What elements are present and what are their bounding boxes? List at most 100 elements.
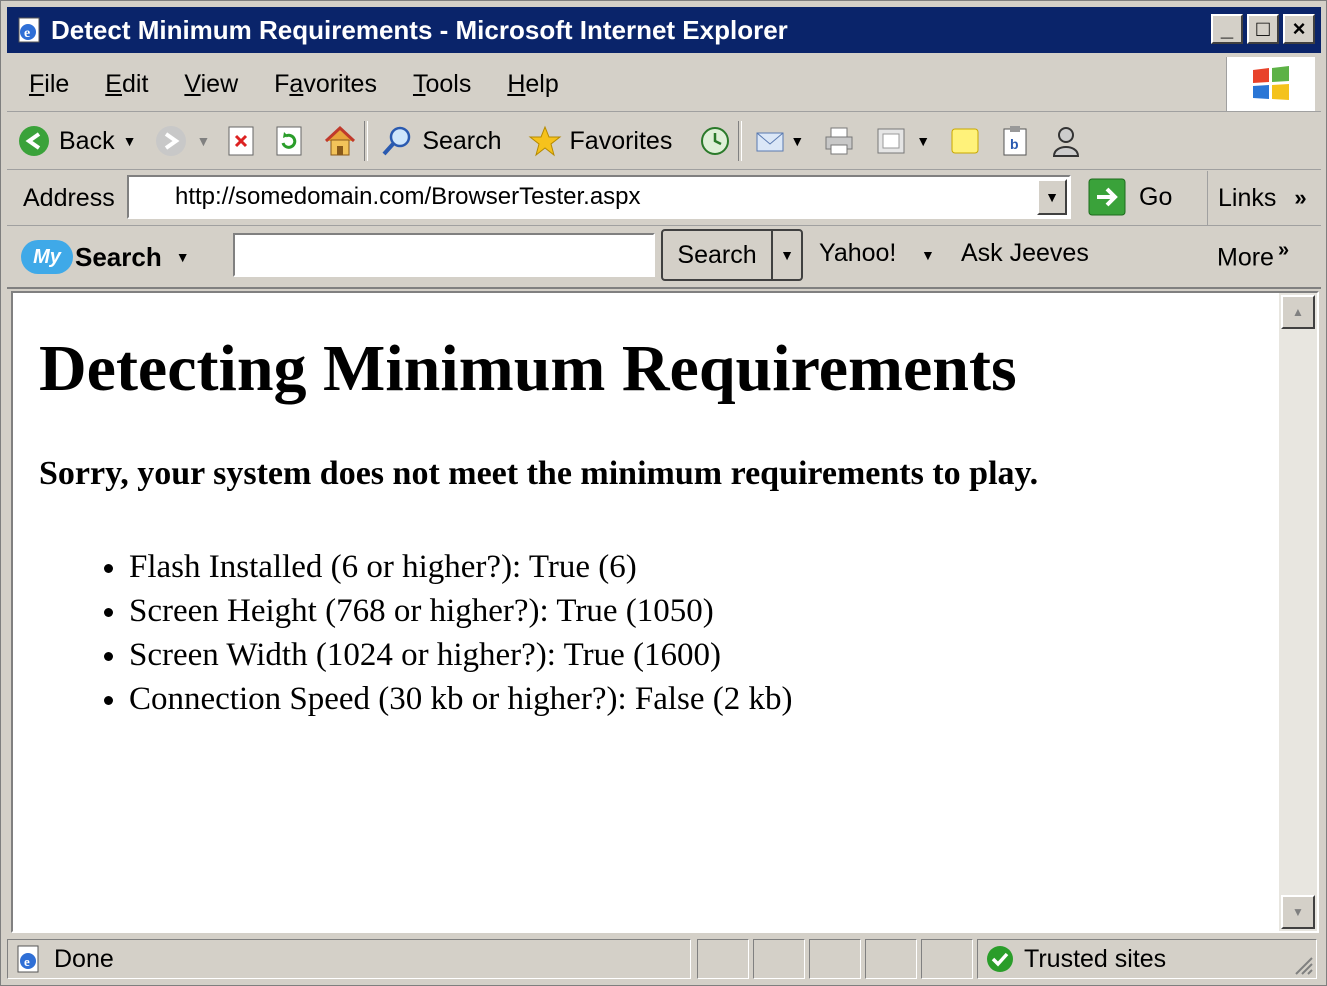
scroll-down-icon: ▼ bbox=[1292, 905, 1304, 919]
address-field[interactable]: http://somedomain.com/BrowserTester.aspx… bbox=[127, 175, 1071, 219]
menu-file[interactable]: File bbox=[29, 70, 69, 99]
menu-favorites[interactable]: Favorites bbox=[274, 70, 377, 99]
scroll-up-icon: ▲ bbox=[1292, 305, 1304, 319]
scroll-down-button[interactable]: ▼ bbox=[1281, 895, 1315, 929]
go-label: Go bbox=[1139, 182, 1173, 211]
browser-window: e Detect Minimum Requirements - Microsof… bbox=[0, 0, 1327, 986]
standard-toolbar: Back ▼ ▼ Search Favorites ▼ ▼ b bbox=[7, 113, 1321, 170]
status-pane bbox=[921, 939, 973, 979]
edit-button[interactable]: ▼ bbox=[874, 125, 930, 157]
menu-view-key: V bbox=[184, 69, 201, 98]
links-toolbar[interactable]: Links » bbox=[1207, 171, 1317, 225]
back-label: Back bbox=[59, 126, 115, 155]
maximize-button[interactable]: □ bbox=[1247, 14, 1279, 44]
note-icon bbox=[951, 128, 979, 154]
page-heading: Detecting Minimum Requirements bbox=[39, 332, 1017, 405]
refresh-button[interactable] bbox=[274, 125, 304, 157]
scroll-up-button[interactable]: ▲ bbox=[1281, 295, 1315, 329]
mail-dropdown-icon[interactable]: ▼ bbox=[790, 133, 804, 149]
close-button[interactable]: × bbox=[1283, 14, 1315, 44]
more-button[interactable]: More» bbox=[1217, 239, 1289, 272]
windows-logo-icon bbox=[1226, 57, 1315, 111]
chevron-down-icon: ▼ bbox=[1045, 189, 1059, 205]
minimize-icon: _ bbox=[1220, 16, 1234, 41]
back-button[interactable]: Back ▼ bbox=[17, 124, 136, 158]
mysearch-dropdown-icon[interactable]: ▼ bbox=[176, 249, 190, 265]
mysearch-toolbar: My Search ▼ Search ▼ Yahoo! ▼ Ask Jeeves… bbox=[7, 227, 1321, 289]
menu-edit[interactable]: Edit bbox=[105, 70, 148, 99]
print-button[interactable] bbox=[822, 125, 856, 157]
vertical-scrollbar[interactable]: ▲ ▼ bbox=[1279, 293, 1317, 931]
ask-jeeves-button[interactable]: Ask Jeeves bbox=[961, 239, 1089, 268]
mysearch-badge: My bbox=[21, 240, 73, 274]
status-text: Done bbox=[54, 944, 114, 973]
requirements-list: Flash Installed (6 or higher?): True (6)… bbox=[77, 545, 793, 721]
research-button[interactable]: b bbox=[1000, 124, 1030, 158]
discuss-button[interactable] bbox=[948, 125, 982, 157]
trusted-check-icon bbox=[987, 946, 1013, 972]
maximize-icon: □ bbox=[1256, 16, 1270, 41]
menu-bar: File Edit View Favorites Tools Help bbox=[7, 57, 1321, 112]
mail-button[interactable]: ▼ bbox=[754, 125, 804, 157]
forward-dropdown-icon[interactable]: ▼ bbox=[196, 133, 210, 149]
mail-icon bbox=[756, 132, 784, 152]
favorites-button[interactable]: Favorites bbox=[528, 124, 673, 158]
status-pane bbox=[865, 939, 917, 979]
list-item: Connection Speed (30 kb or higher?): Fal… bbox=[129, 677, 793, 721]
address-url[interactable]: http://somedomain.com/BrowserTester.aspx bbox=[175, 183, 641, 211]
menu-help[interactable]: Help bbox=[507, 70, 558, 99]
resize-grip-icon[interactable] bbox=[1290, 952, 1314, 976]
favorites-label: Favorites bbox=[569, 126, 673, 155]
links-chevron-icon[interactable]: » bbox=[1294, 185, 1306, 211]
menu-help-label: elp bbox=[525, 69, 559, 98]
more-chevron-icon: » bbox=[1277, 239, 1290, 261]
menu-favorites-pre: F bbox=[274, 69, 290, 98]
title-bar[interactable]: e Detect Minimum Requirements - Microsof… bbox=[7, 7, 1321, 53]
mysearch-search-button[interactable]: Search ▼ bbox=[661, 229, 803, 281]
requirements-message: Sorry, your system does not meet the min… bbox=[39, 455, 1039, 492]
edit-dropdown-icon[interactable]: ▼ bbox=[916, 133, 930, 149]
go-button[interactable]: Go bbox=[1087, 177, 1172, 217]
status-main-pane: e Done bbox=[7, 939, 691, 979]
print-icon bbox=[825, 127, 853, 155]
search-icon bbox=[382, 126, 411, 156]
home-button[interactable] bbox=[322, 124, 358, 158]
svg-text:e: e bbox=[24, 26, 30, 41]
stop-button[interactable] bbox=[226, 125, 256, 157]
minimize-button[interactable]: _ bbox=[1211, 14, 1243, 44]
yahoo-dropdown-icon[interactable]: ▼ bbox=[921, 247, 935, 263]
menu-view[interactable]: View bbox=[184, 70, 238, 99]
svg-text:b: b bbox=[1010, 136, 1019, 152]
search-dropdown-icon[interactable]: ▼ bbox=[773, 231, 801, 279]
status-pane bbox=[753, 939, 805, 979]
forward-button[interactable]: ▼ bbox=[154, 124, 210, 158]
search-button[interactable]: Search bbox=[380, 124, 502, 158]
address-label: Address bbox=[23, 183, 115, 212]
menu-view-label: iew bbox=[200, 69, 239, 98]
list-item: Screen Height (768 or higher?): True (10… bbox=[129, 589, 793, 633]
toolbar-separator-2 bbox=[738, 121, 743, 161]
security-zone[interactable]: Trusted sites bbox=[977, 939, 1317, 979]
history-button[interactable] bbox=[698, 124, 732, 158]
window-title: Detect Minimum Requirements - Microsoft … bbox=[51, 14, 788, 45]
status-pane bbox=[809, 939, 861, 979]
status-bar: e Done Trusted sites bbox=[7, 937, 1321, 983]
mysearch-logo[interactable]: My Search ▼ bbox=[21, 240, 190, 274]
links-label: Links bbox=[1218, 183, 1277, 212]
menu-tools[interactable]: Tools bbox=[413, 70, 471, 99]
stop-icon bbox=[228, 126, 254, 156]
home-icon bbox=[325, 125, 356, 156]
menu-tools-label: ools bbox=[425, 69, 472, 98]
page-content: Detecting Minimum Requirements Sorry, yo… bbox=[11, 291, 1319, 933]
menu-file-label: ile bbox=[44, 69, 70, 98]
go-arrow-icon bbox=[1088, 178, 1126, 216]
yahoo-button[interactable]: Yahoo! bbox=[819, 239, 896, 268]
refresh-icon bbox=[276, 126, 302, 156]
back-dropdown-icon[interactable]: ▼ bbox=[123, 133, 137, 149]
menu-edit-label: dit bbox=[121, 69, 149, 98]
messenger-button[interactable] bbox=[1048, 124, 1084, 158]
page-done-icon: e bbox=[17, 945, 39, 973]
address-dropdown-button[interactable]: ▼ bbox=[1037, 179, 1067, 215]
mysearch-input[interactable] bbox=[233, 233, 655, 277]
menu-favorites-key: a bbox=[289, 69, 304, 98]
